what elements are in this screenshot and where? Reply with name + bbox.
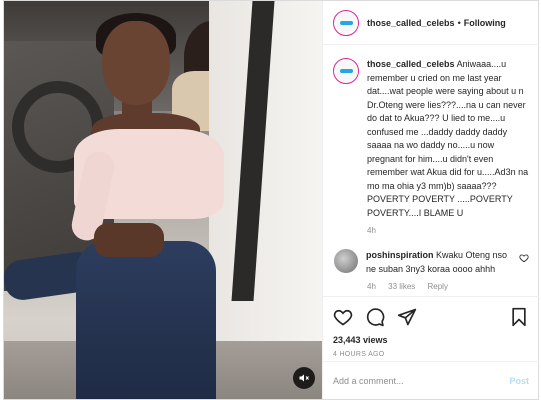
caption-avatar[interactable] — [333, 58, 359, 84]
caption: those_called_celebs Aniwaaa....u remembe… — [333, 58, 529, 220]
separator-dot: • — [457, 17, 461, 28]
post-time[interactable]: 4 HOURS AGO — [333, 351, 529, 358]
action-bar: 23,443 views 4 HOURS AGO — [323, 296, 539, 358]
comment-likes[interactable]: 33 likes — [388, 282, 415, 291]
commenter-username[interactable]: poshinspiration — [366, 250, 434, 260]
bookmark-icon[interactable] — [509, 307, 529, 327]
comment-input[interactable] — [333, 375, 510, 386]
add-comment-bar: Post — [323, 361, 539, 399]
post-header: those_called_celebs • Following — [323, 1, 539, 45]
account-avatar[interactable] — [333, 9, 359, 36]
comment-timestamp[interactable]: 4h — [367, 282, 376, 291]
post-video[interactable] — [4, 1, 322, 399]
commenter-avatar[interactable] — [334, 249, 358, 273]
paper-plane-icon[interactable] — [397, 307, 417, 327]
comment-bubble-icon[interactable] — [365, 307, 385, 327]
caption-text: those_called_celebs Aniwaaa....u remembe… — [367, 58, 529, 220]
post-comment-button[interactable]: Post — [509, 376, 529, 386]
woman-face — [102, 21, 170, 105]
account-logo — [339, 20, 353, 25]
speaker-muted-icon — [299, 374, 309, 382]
caption-body: Aniwaaa....u remember u cried on me last… — [367, 59, 529, 218]
post-details-panel: those_called_celebs • Following those_ca… — [322, 1, 539, 399]
comment-item: poshinspiration Kwaku Oteng nso ne suban… — [333, 249, 529, 276]
woman-hands — [94, 223, 164, 257]
comment-like-icon[interactable] — [519, 253, 529, 263]
comment-reply-button[interactable]: Reply — [428, 282, 448, 291]
following-button[interactable]: Following — [464, 18, 506, 28]
comment-text: poshinspiration Kwaku Oteng nso ne suban… — [366, 249, 516, 276]
action-icons — [333, 305, 529, 329]
view-count[interactable]: 23,443 views — [333, 335, 529, 345]
account-username[interactable]: those_called_celebs — [367, 18, 455, 28]
mute-button[interactable] — [293, 367, 315, 389]
heart-icon[interactable] — [333, 307, 353, 327]
caption-username[interactable]: those_called_celebs — [367, 59, 455, 69]
account-logo — [339, 69, 353, 73]
comment-meta: 4h 33 likes Reply — [367, 282, 529, 291]
comments-section[interactable]: those_called_celebs Aniwaaa....u remembe… — [323, 46, 539, 296]
woman-jeans — [76, 241, 216, 399]
caption-timestamp[interactable]: 4h — [367, 226, 529, 235]
instagram-post: those_called_celebs • Following those_ca… — [3, 0, 539, 400]
